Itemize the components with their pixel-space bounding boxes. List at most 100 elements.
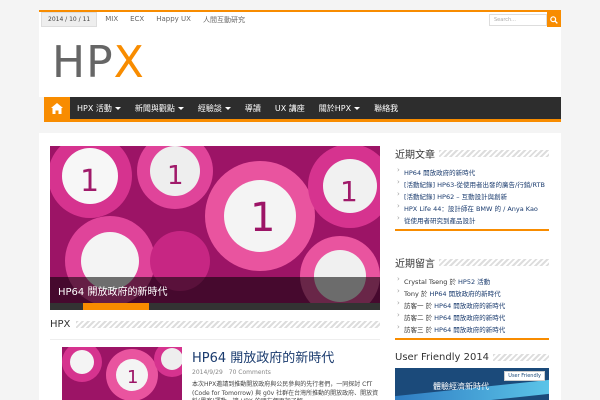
- post-date: 2014/9/29: [192, 369, 223, 376]
- nav-item-guide[interactable]: 導讀: [238, 103, 268, 114]
- slide-progress-fill: [83, 303, 149, 310]
- recent-comments-list: Crystal Tseng 於 HP52 活動 Tony 於 HP64 開放政府…: [395, 274, 549, 340]
- widget-title: 近期留言: [395, 259, 435, 270]
- search-input[interactable]: Search...: [489, 14, 547, 26]
- slide-caption-text: HP64 開放政府的新時代: [58, 286, 168, 298]
- comment-on: 於: [425, 314, 433, 322]
- widget-heading: User Friendly 2014: [395, 352, 549, 363]
- nav-item-experience[interactable]: 經驗談: [191, 103, 238, 114]
- list-item: Crystal Tseng 於 HP52 活動: [395, 274, 549, 286]
- slide-caption[interactable]: HP64 開放政府的新時代: [50, 277, 380, 303]
- comment-on: 於: [420, 290, 428, 298]
- site-logo[interactable]: HPX: [52, 41, 145, 85]
- heading-stripes: [76, 321, 380, 328]
- heading-stripes: [493, 354, 549, 361]
- recent-posts-list: HP64 開放政府的新時代 [活動紀錄] HP63-從使用者出發的廣告/行銷/R…: [395, 165, 549, 231]
- svg-text:1: 1: [127, 367, 138, 388]
- comment-author: 訪客二: [404, 314, 424, 322]
- widget-title: 近期文章: [395, 150, 435, 161]
- post-title[interactable]: HP64 開放政府的新時代: [192, 347, 334, 366]
- heading-stripes: [439, 259, 549, 266]
- post-meta: 2014/9/29 70 Comments: [192, 369, 271, 376]
- list-item[interactable]: [活動紀錄] HP63-從使用者出發的廣告/行銷/RTB: [395, 177, 549, 189]
- recent-post-link[interactable]: HP64 開放政府的新時代: [404, 169, 475, 177]
- list-item: 訪客三 於 HP64 開放政府的新時代: [395, 322, 549, 334]
- user-friendly-banner[interactable]: User Friendly 體驗經濟新時代: [395, 368, 549, 400]
- post-comments-link[interactable]: 70 Comments: [229, 369, 271, 376]
- comment-post-link[interactable]: HP64 開放政府的新時代: [434, 302, 505, 310]
- site-header: HPX: [39, 27, 561, 97]
- list-item: 訪客二 於 HP64 開放政府的新時代: [395, 310, 549, 322]
- section-heading: HPX: [50, 319, 380, 330]
- comment-post-link[interactable]: HP64 開放政府的新時代: [434, 326, 505, 334]
- recent-post-link[interactable]: 從使用者研究到產品設計: [404, 217, 476, 225]
- list-item: Tony 於 HP64 開放政府的新時代: [395, 286, 549, 298]
- logo-x: X: [113, 37, 145, 88]
- comment-post-link[interactable]: HP64 開放政府的新時代: [434, 314, 505, 322]
- comment-author: Tony: [404, 290, 419, 298]
- list-item: 訪客一 於 HP64 開放政府的新時代: [395, 298, 549, 310]
- nav-item-news[interactable]: 新聞與觀點: [128, 103, 191, 114]
- chevron-down-icon: [224, 106, 231, 110]
- banner-tag: User Friendly: [504, 371, 545, 381]
- content-area: 1 1 1 1 HP64 開放政府的新時代 HPX 1 HP64 開放政府的新時…: [39, 133, 561, 400]
- nav-label: HPX 活動: [77, 103, 112, 113]
- post-excerpt: 本次HPX邀請到推動開放政府與公民參與的先行者們，一同探討 CfT (Code …: [192, 381, 379, 400]
- nav-item-hpx-events[interactable]: HPX 活動: [70, 103, 128, 114]
- home-icon: [51, 102, 63, 114]
- svg-text:1: 1: [340, 175, 358, 208]
- top-link-hci[interactable]: 人間互動研究: [203, 15, 245, 25]
- widget-title: User Friendly 2014: [395, 352, 490, 363]
- chevron-down-icon: [177, 106, 184, 110]
- recent-post-link[interactable]: [活動紀錄] HP62 – 互動設計與創新: [404, 193, 507, 201]
- comment-post-link[interactable]: HP64 開放政府的新時代: [429, 290, 500, 298]
- svg-text:1: 1: [167, 161, 184, 191]
- search-button[interactable]: [547, 12, 561, 27]
- top-links: MIX ECX Happy UX 人間互動研究: [105, 15, 257, 25]
- list-item[interactable]: [活動紀錄] HP62 – 互動設計與創新: [395, 189, 549, 201]
- home-button[interactable]: [44, 97, 70, 119]
- recent-post-link[interactable]: [活動紀錄] HP63-從使用者出發的廣告/行銷/RTB: [404, 181, 545, 189]
- top-link-mix[interactable]: MIX: [105, 15, 118, 25]
- widget-heading: 近期文章: [395, 146, 549, 161]
- logo-hp: HP: [52, 37, 114, 88]
- nav-label: 關於HPX: [318, 103, 352, 113]
- nav-item-about[interactable]: 關於HPX: [312, 103, 367, 114]
- comment-on: 於: [425, 302, 433, 310]
- featured-slider[interactable]: 1 1 1 1 HP64 開放政府的新時代: [50, 146, 380, 310]
- post-item: 1 HP64 開放政府的新時代 2014/9/29 70 Comments 本次H…: [50, 339, 380, 400]
- list-item[interactable]: HPX Life 44：設計師在 BMW 的 / Anya Kao: [395, 201, 549, 213]
- widget-heading: 近期留言: [395, 255, 549, 270]
- banner-text: 體驗經濟新時代: [433, 382, 489, 391]
- comment-post-link[interactable]: HP52 活動: [458, 278, 490, 286]
- widget-recent-posts: 近期文章 HP64 開放政府的新時代 [活動紀錄] HP63-從使用者出發的廣告…: [395, 146, 549, 231]
- recent-post-link[interactable]: HPX Life 44：設計師在 BMW 的 / Anya Kao: [404, 205, 538, 213]
- comment-author: 訪客三: [404, 326, 424, 334]
- date-badge: 2014 / 10 / 11: [41, 12, 98, 27]
- comment-on: 於: [449, 278, 456, 286]
- list-item[interactable]: HP64 開放政府的新時代: [395, 165, 549, 177]
- slide-progress: [50, 303, 380, 310]
- comment-on: 於: [425, 326, 433, 334]
- page: 2014 / 10 / 11 MIX ECX Happy UX 人間互動研究 S…: [39, 10, 561, 400]
- thumb-image: 1: [62, 347, 182, 400]
- main-nav: HPX 活動 新聞與觀點 經驗談 導讀 UX 講座 關於HPX 聯絡我: [44, 97, 561, 122]
- nav-label: 聯絡我: [374, 103, 399, 113]
- nav-label: 導讀: [244, 103, 261, 113]
- svg-text:1: 1: [80, 164, 99, 199]
- nav-label: 經驗談: [197, 103, 222, 113]
- section-title: HPX: [50, 319, 71, 330]
- top-bar: 2014 / 10 / 11 MIX ECX Happy UX 人間互動研究 S…: [39, 10, 561, 27]
- top-link-ecx[interactable]: ECX: [130, 15, 144, 25]
- search-icon: [550, 15, 558, 24]
- top-link-happy-ux[interactable]: Happy UX: [156, 15, 191, 25]
- chevron-down-icon: [114, 106, 121, 110]
- post-thumbnail[interactable]: 1: [62, 347, 182, 400]
- comment-author: 訪客一: [404, 302, 424, 310]
- nav-item-ux-talks[interactable]: UX 講座: [268, 103, 312, 114]
- comment-author: Crystal Tseng: [404, 278, 448, 286]
- svg-text:1: 1: [250, 195, 275, 241]
- nav-item-contact[interactable]: 聯絡我: [367, 103, 405, 114]
- widget-user-friendly: User Friendly 2014: [395, 352, 549, 367]
- list-item[interactable]: 從使用者研究到產品設計: [395, 213, 549, 225]
